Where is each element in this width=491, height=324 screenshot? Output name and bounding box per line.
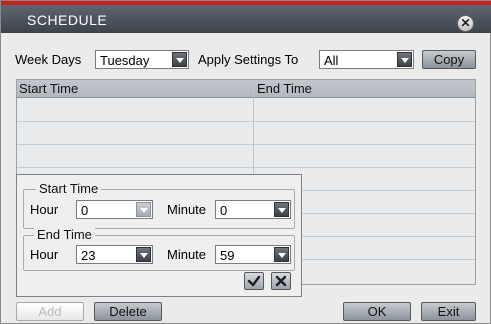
time-editor-panel: Start Time Hour 0 Minute 0 End Time Hour… [16,174,302,297]
table-header: Start Time End Time [17,80,475,98]
table-row[interactable] [17,121,475,122]
ok-button[interactable]: OK [343,302,411,321]
start-time-legend: Start Time [36,181,102,196]
end-hour-value: 23 [81,248,96,263]
start-minute-label: Minute [167,202,207,217]
start-hour-label: Hour [30,202,59,217]
chevron-down-icon [274,202,289,217]
apply-settings-value: All [324,53,339,68]
close-button[interactable]: ✕ [457,15,474,32]
table-row[interactable] [17,167,475,168]
chevron-down-icon [397,52,412,67]
end-minute-select[interactable]: 59 [215,245,291,264]
window-title: SCHEDULE [27,12,108,28]
chevron-down-icon [274,247,289,262]
column-header-start-time: Start Time [19,81,79,96]
table-row[interactable] [17,144,475,145]
start-time-group: Start Time Hour 0 Minute 0 [23,181,295,229]
title-bar: SCHEDULE ✕ [1,5,491,33]
chevron-down-icon [172,52,187,67]
week-days-select[interactable]: Tuesday [95,50,189,69]
cancel-button[interactable] [271,272,291,290]
chevron-down-icon [136,247,151,262]
column-header-end-time: End Time [257,81,312,96]
start-minute-value: 0 [220,203,228,218]
close-icon [275,275,287,287]
copy-button[interactable]: Copy [422,50,476,69]
end-hour-select[interactable]: 23 [76,245,153,264]
week-days-label: Week Days [15,52,82,67]
exit-button[interactable]: Exit [421,302,476,321]
end-hour-label: Hour [30,247,59,262]
week-days-value: Tuesday [100,53,150,68]
apply-settings-label: Apply Settings To [198,52,299,67]
add-button[interactable]: Add [16,302,84,321]
confirm-button[interactable] [244,272,264,290]
close-icon: ✕ [460,16,471,30]
schedule-window: SCHEDULE ✕ Week Days Tuesday Apply Setti… [0,0,491,324]
start-minute-select[interactable]: 0 [215,200,291,219]
apply-settings-select[interactable]: All [319,50,414,69]
chevron-down-icon [136,202,151,217]
end-minute-label: Minute [167,247,207,262]
end-time-group: End Time Hour 23 Minute 59 [23,227,295,271]
start-hour-select[interactable]: 0 [76,200,153,219]
start-hour-value: 0 [81,203,89,218]
end-minute-value: 59 [220,248,235,263]
end-time-legend: End Time [34,227,95,242]
delete-button[interactable]: Delete [94,302,162,321]
check-icon [247,275,261,287]
